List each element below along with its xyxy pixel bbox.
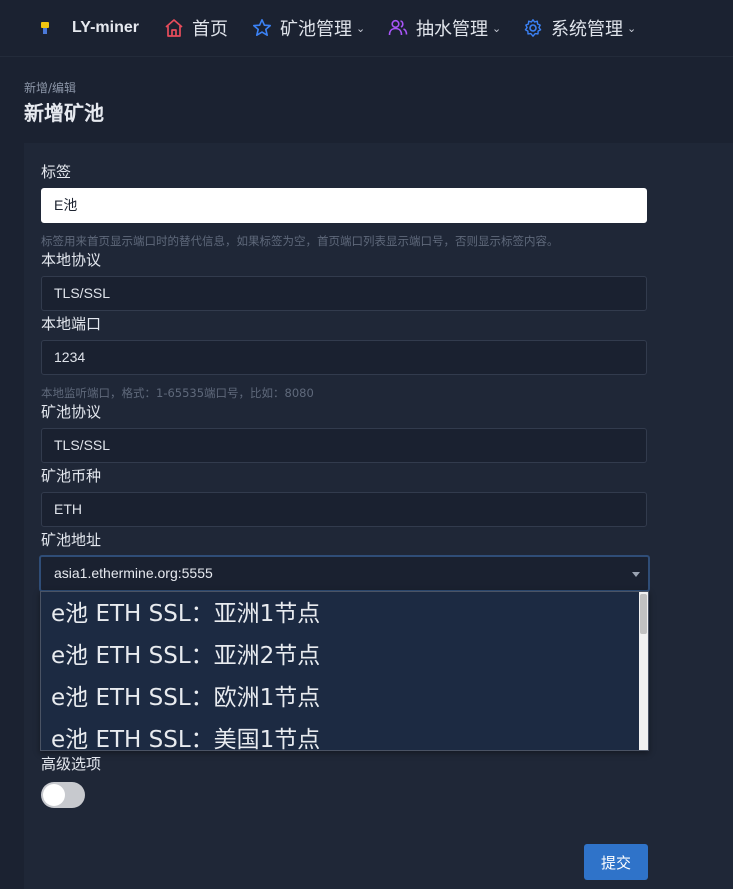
advanced-options-toggle[interactable] <box>41 782 85 808</box>
caret-down-icon <box>632 572 640 577</box>
home-icon <box>165 19 183 37</box>
chevron-down-icon: ⌄ <box>356 21 366 35</box>
dropdown-option[interactable]: e池 ETH SSL：亚洲1节点 <box>41 592 648 634</box>
nav-system[interactable]: 系统管理 ⌄ <box>523 14 636 42</box>
dropdown-scrollbar[interactable] <box>639 592 648 750</box>
pool-address-value: asia1.ethermine.org:5555 <box>54 565 213 581</box>
pool-coin-label: 矿池币种 <box>41 467 102 485</box>
pool-protocol-select[interactable]: TLS/SSL <box>41 428 647 463</box>
chevron-down-icon: ⌄ <box>492 21 502 35</box>
nav-home-label: 首页 <box>192 19 228 40</box>
navbar: LY-miner 首页 矿池管理 ⌄ 抽水管理 ⌄ 系统管理 ⌄ <box>0 0 733 57</box>
pool-address-select[interactable]: asia1.ethermine.org:5555 <box>39 555 650 592</box>
nav-pools-label: 矿池管理 <box>280 19 352 40</box>
local-port-input[interactable]: 1234 <box>41 340 647 375</box>
pool-coin-select[interactable]: ETH <box>41 492 647 527</box>
users-icon <box>388 19 408 36</box>
brand-name: LY-miner <box>72 19 139 36</box>
local-protocol-select[interactable]: TLS/SSL <box>41 276 647 311</box>
dropdown-option[interactable]: e池 ETH SSL：亚洲2节点 <box>41 634 648 676</box>
pool-protocol-label: 矿池协议 <box>41 403 102 421</box>
dropdown-option[interactable]: e池 ETH SSL：欧洲1节点 <box>41 676 648 718</box>
advanced-options-label: 高级选项 <box>41 755 102 773</box>
page-title: 新增矿池 <box>24 101 104 125</box>
local-port-label: 本地端口 <box>41 315 102 333</box>
nav-pools[interactable]: 矿池管理 ⌄ <box>252 14 365 42</box>
local-port-hint: 本地监听端口，格式：1-65535端口号，比如：8080 <box>41 386 314 400</box>
logo-icon <box>40 22 50 34</box>
nav-home[interactable]: 首页 <box>164 14 228 42</box>
nav-pump[interactable]: 抽水管理 ⌄ <box>388 14 501 42</box>
submit-button[interactable]: 提交 <box>584 844 648 880</box>
brand[interactable]: LY-miner <box>40 16 139 40</box>
dropdown-scrollbar-thumb[interactable] <box>640 594 647 634</box>
tag-label: 标签 <box>41 163 72 181</box>
local-protocol-label: 本地协议 <box>41 251 102 269</box>
tag-hint: 标签用来首页显示端口时的替代信息，如果标签为空，首页端口列表显示端口号，否则显示… <box>41 234 559 248</box>
breadcrumb[interactable]: 新增/编辑 <box>24 79 76 96</box>
star-icon <box>253 19 271 36</box>
pool-address-dropdown: e池 ETH SSL：亚洲1节点 e池 ETH SSL：亚洲2节点 e池 ETH… <box>40 591 649 751</box>
nav-system-label: 系统管理 <box>551 19 623 40</box>
nav-pump-label: 抽水管理 <box>416 19 488 40</box>
tag-input[interactable]: E池 <box>41 188 647 223</box>
toggle-knob <box>43 784 65 806</box>
pool-address-label: 矿池地址 <box>41 531 102 549</box>
dropdown-option[interactable]: e池 ETH SSL：美国1节点 <box>41 718 648 750</box>
gear-icon <box>524 19 542 37</box>
chevron-down-icon: ⌄ <box>627 21 637 35</box>
